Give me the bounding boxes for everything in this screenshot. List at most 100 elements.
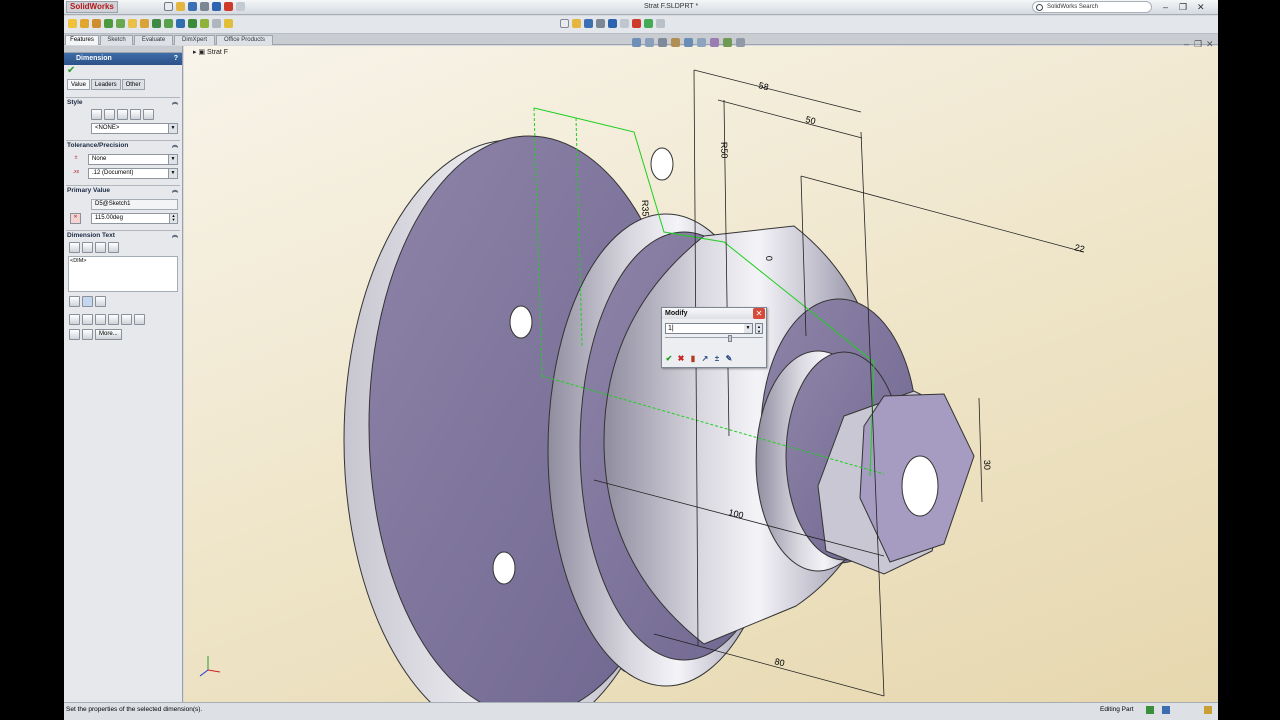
dim-r35[interactable]: R35 [640, 200, 651, 217]
rib-icon[interactable] [152, 19, 161, 28]
undo-icon[interactable] [212, 2, 221, 11]
dim-58[interactable]: 58 [758, 80, 770, 92]
precision-select[interactable]: .12 (Document) ▼ [88, 168, 178, 179]
help-icon[interactable] [1162, 706, 1170, 714]
tab-other[interactable]: Other [121, 79, 145, 90]
doc-new-icon[interactable] [560, 19, 569, 28]
dim-22[interactable]: 22 [1074, 242, 1086, 254]
revolved-boss-icon[interactable] [80, 19, 89, 28]
accept-icon[interactable]: ✔ [664, 353, 674, 364]
shell-icon[interactable] [164, 19, 173, 28]
save-style-icon[interactable] [130, 109, 141, 120]
doc-help-icon[interactable] [656, 19, 665, 28]
extruded-cut-icon[interactable] [104, 19, 113, 28]
tab-features[interactable]: Features [65, 35, 99, 45]
chevron-down-icon[interactable]: ▼ [168, 155, 177, 164]
dim-50[interactable]: 50 [805, 114, 817, 126]
model-view[interactable]: 58 50 22 R50 R35 0 13 100 30 80 [184, 46, 1218, 702]
chevron-down-icon[interactable]: ▼ [168, 124, 177, 133]
revolved-cut-icon[interactable] [116, 19, 125, 28]
spin-arrows-icon[interactable]: ▲ ▼ [169, 214, 177, 223]
print-icon[interactable] [200, 2, 209, 11]
dimension-value-input[interactable]: 115.00deg ▲ ▼ [91, 213, 178, 224]
tab-office-products[interactable]: Office Products [216, 35, 273, 45]
doc-save-icon[interactable] [584, 19, 593, 28]
dim-r50[interactable]: R50 [719, 142, 730, 159]
load-style-icon[interactable] [143, 109, 154, 120]
dimension-name-field[interactable]: D5@Sketch1 [91, 199, 178, 210]
tolerance-type-select[interactable]: None ▼ [88, 154, 178, 165]
tab-sketch[interactable]: Sketch [100, 35, 133, 45]
more-symbols-chevron-icon[interactable] [134, 314, 145, 325]
dimension-text-area[interactable]: <DIM> [68, 256, 178, 292]
ok-icon[interactable]: ✔ [64, 65, 182, 77]
graphics-area[interactable]: ▸ ▣ Strat F – ❐ ✕ 58 50 22 R50 R35 0 100… [184, 38, 1218, 702]
select-icon[interactable] [620, 19, 629, 28]
close-icon[interactable]: ✕ [753, 308, 765, 319]
collapse-icon[interactable]: ︽ [172, 98, 178, 108]
doc-options-icon[interactable] [644, 19, 653, 28]
align-center-icon[interactable] [82, 296, 93, 307]
more-symbols-button[interactable]: More... [95, 329, 122, 340]
centerline-symbol-icon[interactable] [108, 314, 119, 325]
add-style-icon[interactable] [104, 109, 115, 120]
rebuild-status-icon[interactable] [1146, 706, 1154, 714]
counterbore-symbol-icon[interactable] [69, 329, 80, 340]
open-icon[interactable] [176, 2, 185, 11]
collapse-icon[interactable]: ︽ [172, 141, 178, 151]
align-right-icon[interactable] [95, 296, 106, 307]
restore-icon[interactable]: ❐ [1179, 2, 1187, 12]
chamfer-icon[interactable] [140, 19, 149, 28]
center-dimension-icon[interactable] [82, 242, 93, 253]
reference-geometry-icon[interactable] [200, 19, 209, 28]
help-icon[interactable]: ? [174, 53, 178, 65]
degree-symbol-icon[interactable] [82, 314, 93, 325]
rebuild-icon[interactable]: ▮ [688, 353, 698, 364]
tab-dimxpert[interactable]: DimXpert [174, 35, 215, 45]
apply-style-icon[interactable] [91, 109, 102, 120]
parentheses-icon[interactable] [69, 242, 80, 253]
spin-arrows-icon[interactable]: ▲ ▼ [755, 323, 763, 334]
chevron-down-icon[interactable]: ▼ [168, 169, 177, 178]
doc-print-icon[interactable] [596, 19, 605, 28]
tab-value[interactable]: Value [67, 79, 90, 90]
doc-undo-icon[interactable] [608, 19, 617, 28]
cancel-icon[interactable]: ✖ [676, 353, 686, 364]
collapse-icon[interactable]: ︽ [172, 186, 178, 196]
save-icon[interactable] [188, 2, 197, 11]
new-document-icon[interactable] [164, 2, 173, 11]
plus-minus-symbol-icon[interactable] [95, 314, 106, 325]
extruded-boss-icon[interactable] [68, 19, 77, 28]
modify-value-input[interactable]: 1| ▼ [665, 323, 753, 334]
doc-open-icon[interactable] [572, 19, 581, 28]
inspection-icon[interactable] [95, 242, 106, 253]
dim-0[interactable]: 0 [764, 256, 774, 261]
search-input[interactable]: SolidWorks Search [1032, 1, 1152, 13]
reverse-sense-icon[interactable]: ↗ [700, 353, 710, 364]
close-icon[interactable]: ✕ [1197, 2, 1205, 12]
options-icon[interactable] [236, 2, 245, 11]
square-symbol-icon[interactable] [121, 314, 132, 325]
chevron-down-icon[interactable]: ▼ [744, 324, 752, 333]
manager-tabs[interactable] [64, 46, 182, 53]
linear-pattern-icon[interactable] [176, 19, 185, 28]
mark-for-drawing-icon[interactable]: ✎ [724, 353, 734, 364]
curves-icon[interactable] [212, 19, 221, 28]
tab-evaluate[interactable]: Evaluate [134, 35, 173, 45]
instant3d-icon[interactable] [224, 19, 233, 28]
style-select[interactable]: <NONE> ▼ [91, 123, 178, 134]
tab-leaders[interactable]: Leaders [90, 79, 121, 90]
slider-thumb[interactable] [728, 335, 732, 342]
solidworks-logo[interactable]: SolidWorks [66, 1, 118, 13]
mirror-icon[interactable] [188, 19, 197, 28]
swept-boss-icon[interactable] [92, 19, 101, 28]
depth-symbol-icon[interactable] [82, 329, 93, 340]
fillet-icon[interactable] [128, 19, 137, 28]
offset-text-icon[interactable] [108, 242, 119, 253]
reset-value-icon[interactable]: ✕ [70, 213, 81, 224]
rebuild-icon[interactable] [224, 2, 233, 11]
diameter-symbol-icon[interactable] [69, 314, 80, 325]
align-left-icon[interactable] [69, 296, 80, 307]
delete-style-icon[interactable] [117, 109, 128, 120]
increment-icon[interactable]: ± [712, 353, 722, 364]
